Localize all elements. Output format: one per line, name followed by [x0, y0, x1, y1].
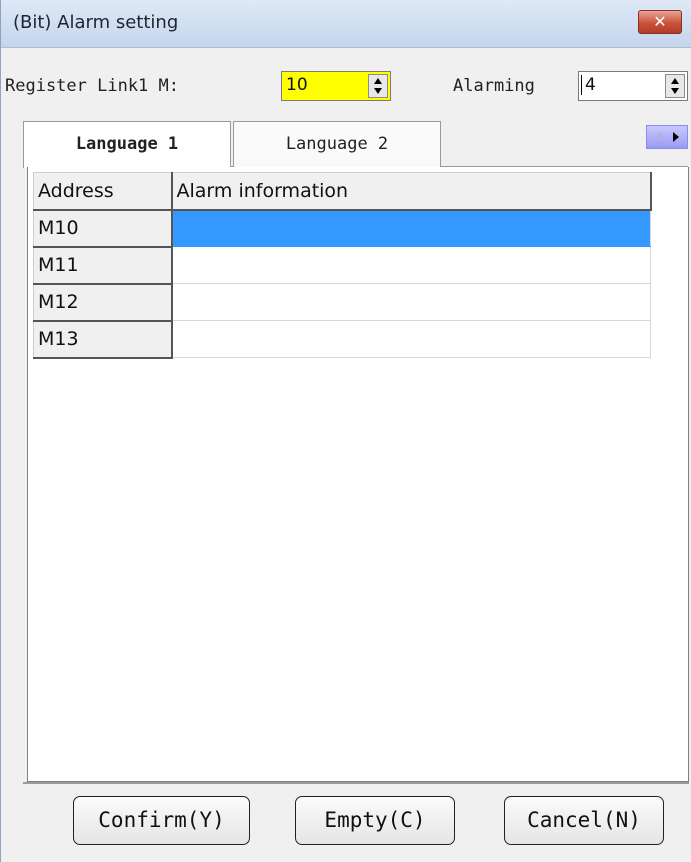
- spin-down-icon[interactable]: [374, 88, 382, 94]
- alarm-info-cell[interactable]: [171, 246, 651, 284]
- column-header-alarm-information[interactable]: Alarm information: [171, 172, 652, 211]
- footer-divider: [23, 782, 689, 784]
- alarming-spinbox[interactable]: 4: [578, 71, 688, 101]
- table-row[interactable]: M12: [33, 283, 651, 322]
- table-row[interactable]: M10: [33, 209, 651, 248]
- register-spin-arrows[interactable]: [368, 74, 388, 98]
- register-label: Register Link1 M:: [5, 76, 179, 96]
- scroll-right-icon[interactable]: [673, 132, 679, 142]
- language-tabs: Language 1 Language 2: [23, 121, 688, 168]
- row-address-cell[interactable]: M11: [33, 246, 173, 285]
- alarm-table: Address Alarm information M10 M11 M12 M1…: [33, 172, 652, 359]
- tab-language-1[interactable]: Language 1: [23, 121, 231, 168]
- alarm-info-cell[interactable]: [171, 283, 651, 321]
- spin-up-icon[interactable]: [374, 78, 382, 84]
- tab-language-2[interactable]: Language 2: [233, 121, 441, 167]
- alarming-value[interactable]: 4: [585, 75, 596, 95]
- alarm-setting-dialog: (Bit) Alarm setting ✕ Register Link1 M: …: [0, 0, 691, 862]
- alarming-spin-arrows[interactable]: [665, 74, 685, 98]
- alarm-info-cell[interactable]: [171, 209, 651, 247]
- empty-button[interactable]: Empty(C): [295, 796, 455, 845]
- register-value[interactable]: 10: [286, 75, 308, 95]
- close-button[interactable]: ✕: [638, 10, 682, 34]
- table-header-row: Address Alarm information: [33, 172, 652, 211]
- row-address-cell[interactable]: M12: [33, 283, 173, 322]
- scroll-left-icon[interactable]: [655, 132, 661, 142]
- title-bar[interactable]: (Bit) Alarm setting ✕: [1, 0, 691, 48]
- alarming-label: Alarming: [453, 76, 535, 96]
- window-title: (Bit) Alarm setting: [13, 12, 179, 33]
- tab-scroll-buttons[interactable]: [646, 125, 688, 149]
- row-address-cell[interactable]: M13: [33, 320, 173, 359]
- column-header-address[interactable]: Address: [33, 172, 173, 211]
- table-row[interactable]: M11: [33, 246, 651, 285]
- confirm-button[interactable]: Confirm(Y): [73, 796, 250, 845]
- spin-up-icon[interactable]: [671, 78, 679, 84]
- row-address-cell[interactable]: M10: [33, 209, 173, 248]
- text-caret: [581, 75, 582, 95]
- table-row[interactable]: M13: [33, 320, 651, 359]
- cancel-button[interactable]: Cancel(N): [504, 796, 664, 845]
- spin-down-icon[interactable]: [671, 88, 679, 94]
- alarm-info-cell[interactable]: [171, 320, 651, 358]
- close-icon: ✕: [653, 12, 667, 31]
- register-spinbox[interactable]: 10: [281, 71, 391, 101]
